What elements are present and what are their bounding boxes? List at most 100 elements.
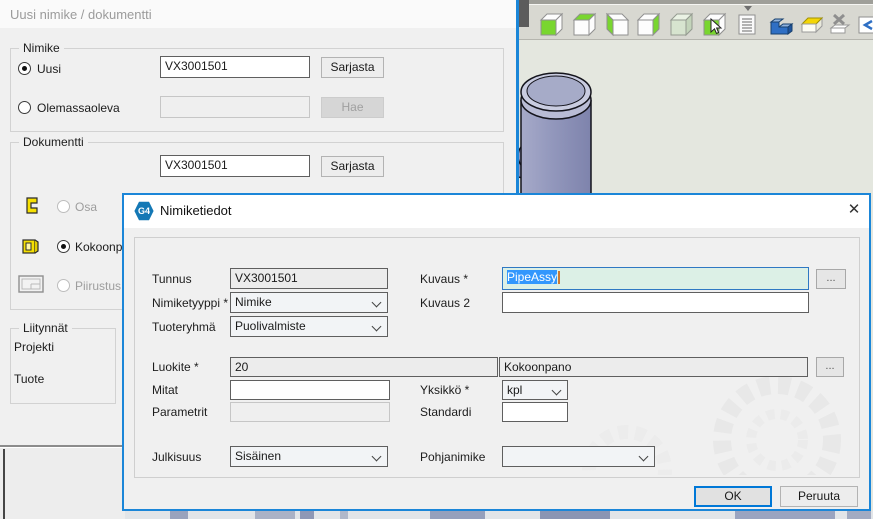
cube-front-green-icon bbox=[538, 11, 566, 39]
kuvaus-field[interactable]: PipeAssy bbox=[502, 267, 809, 290]
solid-model-icon[interactable] bbox=[766, 11, 794, 39]
kuvaus-value: PipeAssy bbox=[507, 270, 557, 284]
cube-top-green-icon bbox=[571, 11, 599, 39]
cube-cursor-icon bbox=[701, 11, 729, 39]
julkisuus-select[interactable]: Sisäinen bbox=[230, 446, 388, 467]
chevron-down-icon bbox=[372, 322, 382, 332]
radio-kokoonpano[interactable] bbox=[57, 240, 70, 253]
pohjanimike-select[interactable] bbox=[502, 446, 655, 467]
radio-uusi[interactable] bbox=[18, 62, 31, 75]
cancel-button[interactable]: Peruuta bbox=[780, 486, 858, 507]
mitat-label: Mitat bbox=[152, 383, 178, 397]
luokite-code-value: 20 bbox=[235, 360, 248, 374]
text-caret bbox=[558, 271, 560, 284]
dokumentti-tunnus-field[interactable]: VX3001501 bbox=[160, 155, 310, 177]
background-panel bbox=[0, 448, 125, 519]
kuvaus2-label: Kuvaus 2 bbox=[420, 296, 470, 310]
luokite-code-field: 20 bbox=[230, 357, 498, 377]
nimiketyyppi-value: Nimike bbox=[235, 295, 272, 309]
radio-piirustus bbox=[57, 279, 70, 292]
window-edge-line bbox=[3, 449, 5, 519]
julkisuus-value: Sisäinen bbox=[235, 449, 281, 463]
delete-body-icon[interactable] bbox=[826, 11, 854, 39]
uusi-tunnus-field[interactable]: VX3001501 bbox=[160, 56, 310, 78]
chevron-down-icon bbox=[372, 452, 382, 462]
olemassaoleva-field bbox=[160, 96, 310, 118]
radio-olemassaoleva-label[interactable]: Olemassaoleva bbox=[37, 101, 120, 115]
radio-olemassaoleva[interactable] bbox=[18, 101, 31, 114]
import-arrow-icon[interactable] bbox=[857, 11, 873, 39]
g4-logo-icon: G4 bbox=[134, 201, 154, 221]
nimiketyyppi-select[interactable]: Nimike bbox=[230, 292, 388, 313]
ok-button[interactable]: OK bbox=[694, 486, 772, 507]
screen: Uusi nimike / dokumentti Nimike Uusi VX3… bbox=[0, 0, 873, 519]
view-right-icon[interactable] bbox=[635, 11, 663, 39]
chevron-down-icon bbox=[372, 298, 382, 308]
close-icon[interactable]: ✕ bbox=[842, 199, 866, 221]
new-item-dialog-titlebar[interactable]: Uusi nimike / dokumentti bbox=[0, 0, 516, 28]
nimiketyyppi-label: Nimiketyyppi * bbox=[152, 296, 228, 310]
model-fragment bbox=[170, 511, 188, 519]
parametrit-field bbox=[230, 402, 390, 422]
tunnus-label: Tunnus bbox=[152, 272, 192, 286]
view-top-icon[interactable] bbox=[571, 11, 599, 39]
standardi-field[interactable] bbox=[502, 402, 568, 422]
nimike-group-label: Nimike bbox=[19, 41, 64, 55]
standardi-label: Standardi bbox=[420, 405, 471, 419]
radio-uusi-label[interactable]: Uusi bbox=[37, 62, 61, 76]
tunnus-field: VX3001501 bbox=[230, 268, 388, 289]
tuoteryhma-select[interactable]: Puolivalmiste bbox=[230, 316, 388, 337]
dropdown-arrow-icon bbox=[744, 6, 752, 11]
hae-button: Hae bbox=[321, 97, 384, 118]
kuvaus-label: Kuvaus * bbox=[420, 272, 468, 286]
view-select-icon[interactable] bbox=[701, 11, 729, 39]
tuoteryhma-label: Tuoteryhmä bbox=[152, 320, 216, 334]
kuvaus-browse-button[interactable]: ... bbox=[816, 269, 846, 289]
cube-left-green-icon bbox=[603, 11, 631, 39]
model-fragment bbox=[847, 511, 871, 519]
model-fragment bbox=[255, 511, 295, 519]
cylinder-model[interactable] bbox=[519, 60, 611, 196]
item-dialog-titlebar[interactable]: G4 Nimiketiedot ✕ bbox=[124, 195, 869, 228]
luokite-browse-button[interactable]: ... bbox=[816, 357, 844, 377]
item-details-dialog: G4 Nimiketiedot ✕ Tunnus VX3001501 Kuvau… bbox=[122, 193, 871, 511]
view-isometric-icon[interactable] bbox=[668, 11, 696, 39]
drawing-icon bbox=[18, 275, 44, 293]
model-fragment bbox=[300, 511, 314, 519]
pohjanimike-label: Pohjanimike bbox=[420, 450, 485, 464]
background-model-strip bbox=[125, 511, 873, 519]
sarjasta-button-dokumentti[interactable]: Sarjasta bbox=[321, 156, 384, 177]
projekti-label: Projekti bbox=[14, 340, 54, 354]
yksikko-select[interactable]: kpl bbox=[502, 380, 568, 400]
mitat-field[interactable] bbox=[230, 380, 390, 400]
part-icon bbox=[22, 196, 42, 216]
yksikko-value: kpl bbox=[507, 383, 522, 397]
luokite-name-field: Kokoonpano bbox=[499, 357, 808, 377]
model-fragment bbox=[340, 511, 348, 519]
view-toolbar bbox=[519, 4, 873, 40]
model-fragment bbox=[735, 511, 835, 519]
cube-right-green-icon bbox=[635, 11, 663, 39]
luokite-name-value: Kokoonpano bbox=[504, 360, 571, 374]
blue-l-solid-icon bbox=[766, 11, 794, 39]
tuoteryhma-value: Puolivalmiste bbox=[235, 319, 306, 333]
yksikko-label: Yksikkö * bbox=[420, 383, 469, 397]
view-left-icon[interactable] bbox=[603, 11, 631, 39]
sheet-list-icon[interactable] bbox=[734, 11, 762, 39]
chevron-down-icon bbox=[639, 452, 649, 462]
dokumentti-tunnus-value: VX3001501 bbox=[165, 158, 228, 172]
view-front-icon[interactable] bbox=[538, 11, 566, 39]
workplane-box-icon[interactable] bbox=[798, 11, 826, 39]
kuvaus2-field[interactable] bbox=[502, 292, 809, 313]
assembly-icon bbox=[20, 236, 40, 256]
chevron-down-icon bbox=[552, 386, 562, 396]
new-item-dialog-title: Uusi nimike / dokumentti bbox=[10, 7, 152, 22]
liitynnat-group-label: Liitynnät bbox=[19, 321, 72, 335]
radio-piirustus-label: Piirustus bbox=[75, 279, 121, 293]
julkisuus-label: Julkisuus bbox=[152, 450, 201, 464]
yellow-box-icon bbox=[798, 11, 826, 39]
sarjasta-button-nimike[interactable]: Sarjasta bbox=[321, 57, 384, 78]
radio-osa-label: Osa bbox=[75, 200, 97, 214]
luokite-label: Luokite * bbox=[152, 360, 199, 374]
uusi-tunnus-value: VX3001501 bbox=[165, 59, 228, 73]
